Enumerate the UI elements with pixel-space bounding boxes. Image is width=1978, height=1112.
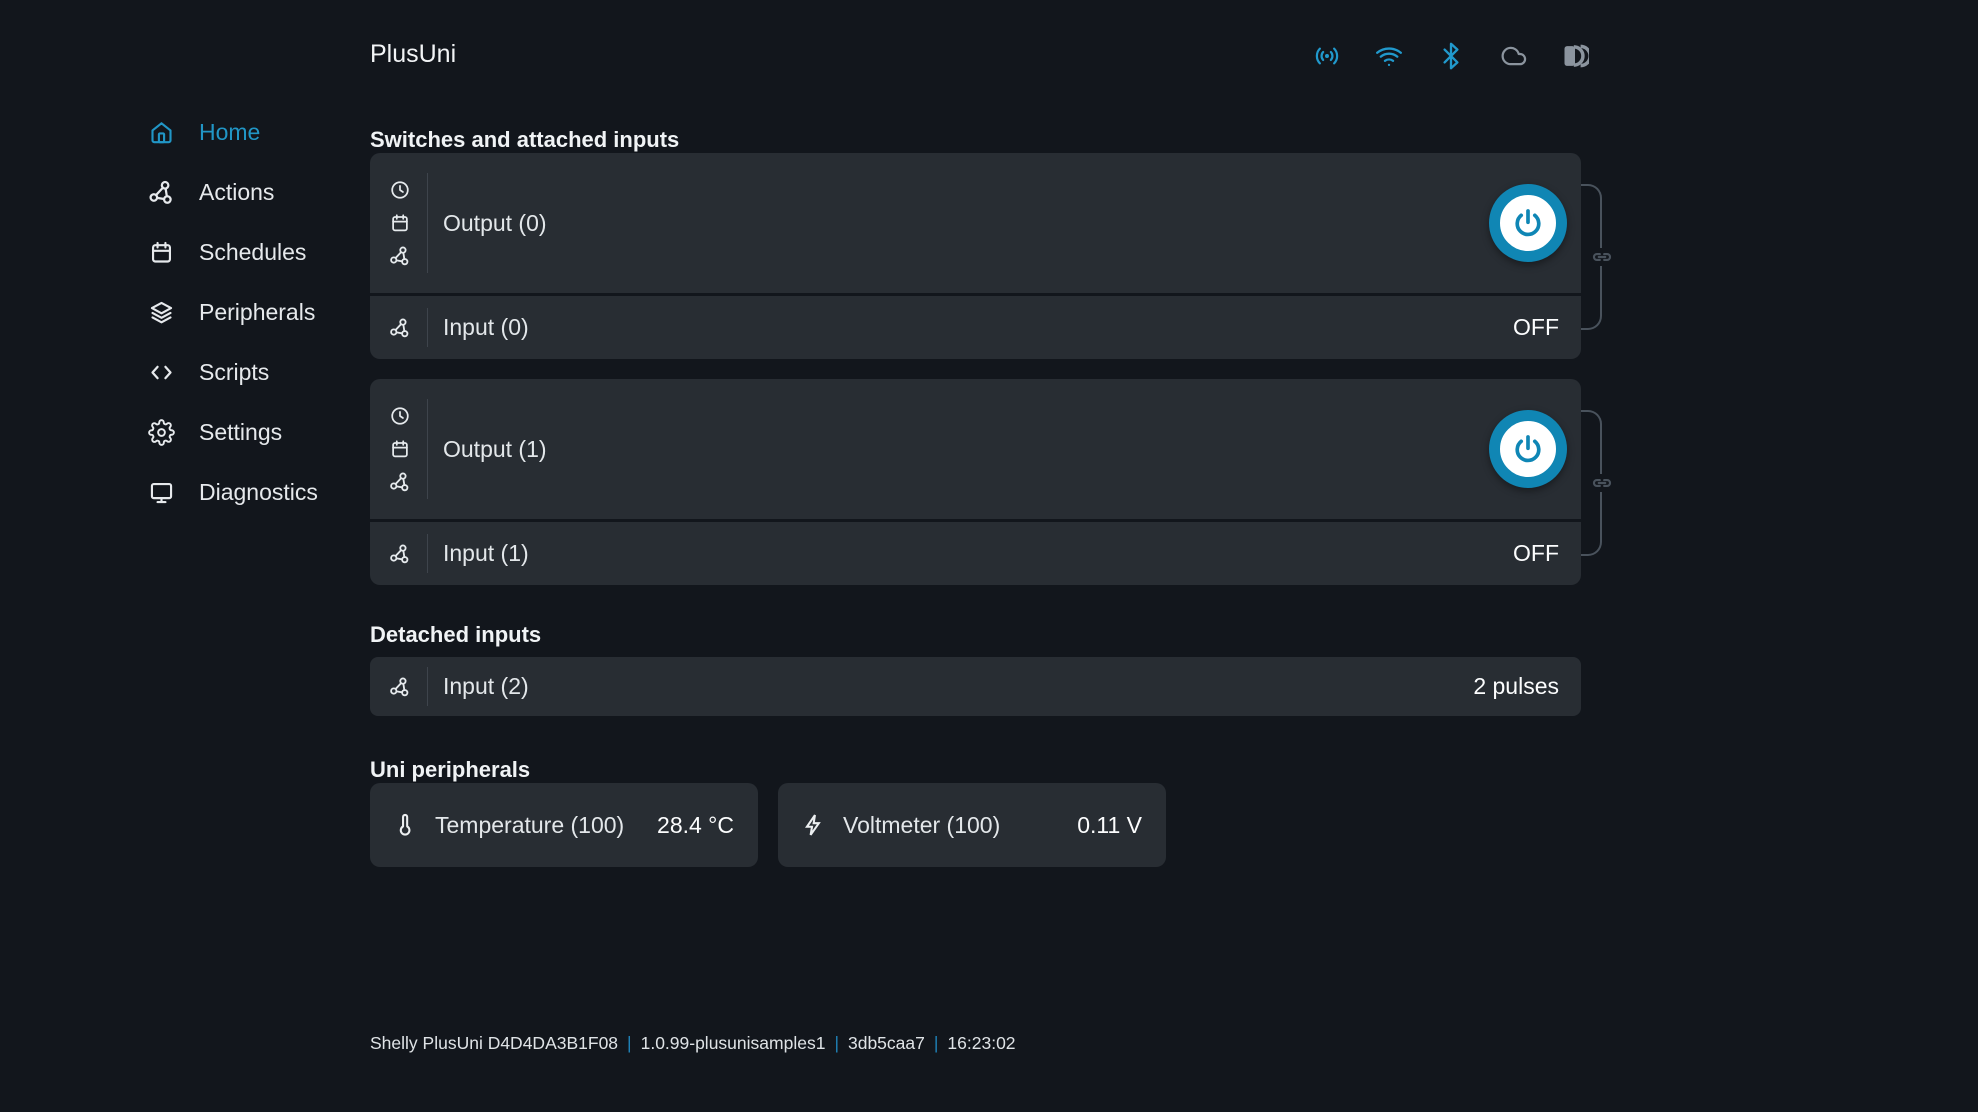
input-label: Input (1): [443, 540, 529, 567]
bolt-icon: [800, 812, 826, 838]
output-feature-icons: [389, 405, 411, 493]
link-icon: [1589, 244, 1615, 270]
calendar-icon: [389, 212, 411, 234]
actions-icon: [389, 471, 411, 493]
input-row-1[interactable]: Input (1) OFF: [370, 522, 1581, 585]
clock-icon: [389, 179, 411, 201]
output-label: Output (0): [443, 210, 547, 237]
peripheral-label: Temperature (100): [435, 812, 624, 839]
input-label: Input (2): [443, 673, 529, 700]
bracket-bottom: [1581, 492, 1602, 556]
output-row-0[interactable]: Output (0): [370, 153, 1581, 293]
input-state: OFF: [1513, 314, 1559, 341]
bracket-top: [1581, 184, 1602, 248]
separator: |: [834, 1033, 839, 1054]
input-label: Input (0): [443, 314, 529, 341]
divider: [427, 308, 428, 347]
device-time: 16:23:02: [947, 1033, 1015, 1054]
bracket-top: [1581, 410, 1602, 474]
section-heading-uni-peripherals: Uni peripherals: [370, 756, 530, 784]
clock-icon: [389, 405, 411, 427]
divider: [427, 667, 428, 706]
sidebar-item-label: Home: [199, 119, 260, 146]
detached-input-row-2[interactable]: Input (2) 2 pulses: [370, 657, 1581, 716]
bracket-bottom: [1581, 266, 1602, 330]
home-icon: [148, 119, 175, 146]
divider: [427, 173, 428, 273]
peripherals-row: Temperature (100) 28.4 °C Voltmeter (100…: [370, 783, 1166, 867]
sidebar: Home Actions Schedules Peripherals Scrip…: [148, 112, 318, 532]
layers-icon: [148, 299, 175, 326]
link-icon: [1589, 470, 1615, 496]
sidebar-item-label: Peripherals: [199, 299, 315, 326]
calendar-icon: [148, 239, 175, 266]
sidebar-item-label: Diagnostics: [199, 479, 318, 506]
peripheral-label: Voltmeter (100): [843, 812, 1000, 839]
sidebar-item-diagnostics[interactable]: Diagnostics: [148, 472, 318, 512]
peripheral-card-temperature[interactable]: Temperature (100) 28.4 °C: [370, 783, 758, 867]
sidebar-item-scripts[interactable]: Scripts: [148, 352, 318, 392]
firmware-version: 1.0.99-plusunisamples1: [641, 1033, 826, 1054]
actions-icon: [389, 543, 411, 565]
thermometer-icon: [392, 812, 418, 838]
gear-icon: [148, 419, 175, 446]
actions-icon: [389, 245, 411, 267]
power-icon: [1511, 206, 1545, 240]
attachment-bracket: [1581, 410, 1602, 556]
divider: [427, 534, 428, 573]
input-counter-value: 2 pulses: [1473, 673, 1559, 700]
input-row-0[interactable]: Input (0) OFF: [370, 296, 1581, 359]
divider: [427, 399, 428, 499]
actions-icon: [389, 676, 411, 698]
switch-card-1: Output (1) Input (1) OFF: [370, 379, 1581, 585]
sidebar-item-settings[interactable]: Settings: [148, 412, 318, 452]
output-label: Output (1): [443, 436, 547, 463]
sidebar-item-label: Actions: [199, 179, 274, 206]
output-feature-icons: [389, 179, 411, 267]
input-state: OFF: [1513, 540, 1559, 567]
sidebar-item-peripherals[interactable]: Peripherals: [148, 292, 318, 332]
calendar-icon: [389, 438, 411, 460]
sidebar-item-label: Scripts: [199, 359, 269, 386]
section-heading-switches: Switches and attached inputs: [370, 126, 679, 154]
section-heading-detached: Detached inputs: [370, 621, 541, 649]
peripheral-value: 28.4 °C: [657, 812, 734, 839]
actions-icon: [389, 317, 411, 339]
separator: |: [627, 1033, 632, 1054]
device-name: Shelly PlusUni D4D4DA3B1F08: [370, 1033, 618, 1054]
sidebar-item-label: Schedules: [199, 239, 306, 266]
build-hash: 3db5caa7: [848, 1033, 925, 1054]
peripheral-card-voltmeter[interactable]: Voltmeter (100) 0.11 V: [778, 783, 1166, 867]
actions-icon: [148, 179, 175, 206]
monitor-icon: [148, 479, 175, 506]
switch-card-0: Output (0) Input (0) OFF: [370, 153, 1581, 359]
main-content: Switches and attached inputs Output (0) …: [370, 0, 1581, 1112]
power-icon: [1511, 432, 1545, 466]
code-icon: [148, 359, 175, 386]
power-toggle-button[interactable]: [1489, 410, 1567, 488]
power-toggle-button[interactable]: [1489, 184, 1567, 262]
sidebar-item-schedules[interactable]: Schedules: [148, 232, 318, 272]
output-row-1[interactable]: Output (1): [370, 379, 1581, 519]
attachment-bracket: [1581, 184, 1602, 330]
device-info-footer: Shelly PlusUni D4D4DA3B1F08 | 1.0.99-plu…: [370, 1033, 1016, 1054]
peripheral-value: 0.11 V: [1077, 812, 1142, 839]
separator: |: [934, 1033, 939, 1054]
sidebar-item-label: Settings: [199, 419, 282, 446]
sidebar-item-actions[interactable]: Actions: [148, 172, 318, 212]
sidebar-item-home[interactable]: Home: [148, 112, 318, 152]
